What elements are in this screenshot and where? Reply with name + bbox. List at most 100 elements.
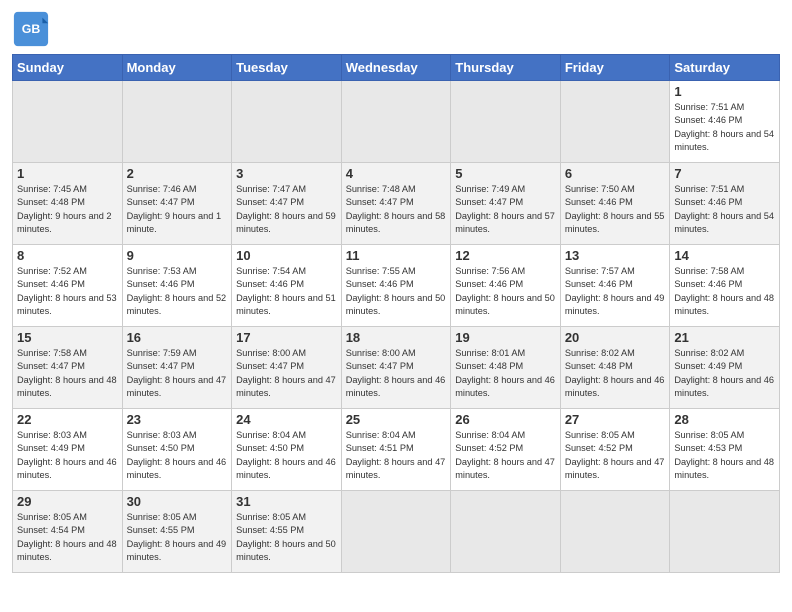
day-info: Sunrise: 7:48 AM Sunset: 4:47 PM Dayligh… [346,183,447,236]
day-number: 5 [455,166,556,181]
calendar-cell: 6 Sunrise: 7:50 AM Sunset: 4:46 PM Dayli… [560,163,670,245]
day-info: Sunrise: 8:05 AM Sunset: 4:55 PM Dayligh… [236,511,337,564]
calendar-cell [341,491,451,573]
day-info: Sunrise: 7:54 AM Sunset: 4:46 PM Dayligh… [236,265,337,318]
day-number: 13 [565,248,666,263]
calendar-header-row: SundayMondayTuesdayWednesdayThursdayFrid… [13,55,780,81]
day-number: 10 [236,248,337,263]
calendar-week-row: 22 Sunrise: 8:03 AM Sunset: 4:49 PM Dayl… [13,409,780,491]
calendar-cell: 11 Sunrise: 7:55 AM Sunset: 4:46 PM Dayl… [341,245,451,327]
day-number: 27 [565,412,666,427]
svg-text:GB: GB [22,22,41,36]
calendar-cell: 18 Sunrise: 8:00 AM Sunset: 4:47 PM Dayl… [341,327,451,409]
day-number: 4 [346,166,447,181]
day-number: 3 [236,166,337,181]
calendar-cell: 19 Sunrise: 8:01 AM Sunset: 4:48 PM Dayl… [451,327,561,409]
calendar-cell: 21 Sunrise: 8:02 AM Sunset: 4:49 PM Dayl… [670,327,780,409]
day-header-friday: Friday [560,55,670,81]
day-info: Sunrise: 8:03 AM Sunset: 4:50 PM Dayligh… [127,429,228,482]
calendar-cell: 3 Sunrise: 7:47 AM Sunset: 4:47 PM Dayli… [232,163,342,245]
calendar-week-row: 1 Sunrise: 7:51 AM Sunset: 4:46 PM Dayli… [13,81,780,163]
day-info: Sunrise: 8:00 AM Sunset: 4:47 PM Dayligh… [236,347,337,400]
day-number: 21 [674,330,775,345]
calendar-cell: 17 Sunrise: 8:00 AM Sunset: 4:47 PM Dayl… [232,327,342,409]
calendar-cell: 5 Sunrise: 7:49 AM Sunset: 4:47 PM Dayli… [451,163,561,245]
calendar-cell [560,491,670,573]
day-header-tuesday: Tuesday [232,55,342,81]
calendar-cell: 2 Sunrise: 7:46 AM Sunset: 4:47 PM Dayli… [122,163,232,245]
day-info: Sunrise: 7:46 AM Sunset: 4:47 PM Dayligh… [127,183,228,236]
day-info: Sunrise: 8:05 AM Sunset: 4:54 PM Dayligh… [17,511,118,564]
calendar-cell: 23 Sunrise: 8:03 AM Sunset: 4:50 PM Dayl… [122,409,232,491]
day-info: Sunrise: 7:58 AM Sunset: 4:46 PM Dayligh… [674,265,775,318]
calendar-week-row: 15 Sunrise: 7:58 AM Sunset: 4:47 PM Dayl… [13,327,780,409]
day-number: 16 [127,330,228,345]
day-info: Sunrise: 8:04 AM Sunset: 4:51 PM Dayligh… [346,429,447,482]
day-number: 7 [674,166,775,181]
day-info: Sunrise: 8:05 AM Sunset: 4:55 PM Dayligh… [127,511,228,564]
day-number: 22 [17,412,118,427]
day-number: 30 [127,494,228,509]
calendar-cell [13,81,123,163]
day-info: Sunrise: 7:51 AM Sunset: 4:46 PM Dayligh… [674,101,775,154]
day-header-wednesday: Wednesday [341,55,451,81]
day-number: 20 [565,330,666,345]
day-info: Sunrise: 7:55 AM Sunset: 4:46 PM Dayligh… [346,265,447,318]
calendar-week-row: 1 Sunrise: 7:45 AM Sunset: 4:48 PM Dayli… [13,163,780,245]
day-number: 2 [127,166,228,181]
calendar-cell: 31 Sunrise: 8:05 AM Sunset: 4:55 PM Dayl… [232,491,342,573]
calendar-cell: 20 Sunrise: 8:02 AM Sunset: 4:48 PM Dayl… [560,327,670,409]
calendar-cell [232,81,342,163]
calendar-cell: 9 Sunrise: 7:53 AM Sunset: 4:46 PM Dayli… [122,245,232,327]
day-number: 26 [455,412,556,427]
day-number: 25 [346,412,447,427]
day-number: 8 [17,248,118,263]
day-info: Sunrise: 8:04 AM Sunset: 4:52 PM Dayligh… [455,429,556,482]
day-number: 24 [236,412,337,427]
day-number: 9 [127,248,228,263]
calendar-cell [451,81,561,163]
day-header-saturday: Saturday [670,55,780,81]
calendar-cell: 30 Sunrise: 8:05 AM Sunset: 4:55 PM Dayl… [122,491,232,573]
day-info: Sunrise: 7:59 AM Sunset: 4:47 PM Dayligh… [127,347,228,400]
calendar-cell: 10 Sunrise: 7:54 AM Sunset: 4:46 PM Dayl… [232,245,342,327]
calendar-cell: 4 Sunrise: 7:48 AM Sunset: 4:47 PM Dayli… [341,163,451,245]
calendar-cell: 13 Sunrise: 7:57 AM Sunset: 4:46 PM Dayl… [560,245,670,327]
day-number: 1 [674,84,775,99]
calendar-cell: 1 Sunrise: 7:45 AM Sunset: 4:48 PM Dayli… [13,163,123,245]
calendar-cell [670,491,780,573]
day-info: Sunrise: 7:53 AM Sunset: 4:46 PM Dayligh… [127,265,228,318]
day-info: Sunrise: 8:00 AM Sunset: 4:47 PM Dayligh… [346,347,447,400]
calendar-cell: 16 Sunrise: 7:59 AM Sunset: 4:47 PM Dayl… [122,327,232,409]
calendar-cell: 26 Sunrise: 8:04 AM Sunset: 4:52 PM Dayl… [451,409,561,491]
day-number: 12 [455,248,556,263]
day-number: 19 [455,330,556,345]
calendar-cell: 28 Sunrise: 8:05 AM Sunset: 4:53 PM Dayl… [670,409,780,491]
calendar-cell: 22 Sunrise: 8:03 AM Sunset: 4:49 PM Dayl… [13,409,123,491]
day-info: Sunrise: 7:45 AM Sunset: 4:48 PM Dayligh… [17,183,118,236]
day-number: 6 [565,166,666,181]
calendar-cell [341,81,451,163]
day-info: Sunrise: 7:56 AM Sunset: 4:46 PM Dayligh… [455,265,556,318]
header: GB [12,10,780,48]
day-number: 23 [127,412,228,427]
day-number: 1 [17,166,118,181]
day-header-sunday: Sunday [13,55,123,81]
calendar-cell: 14 Sunrise: 7:58 AM Sunset: 4:46 PM Dayl… [670,245,780,327]
calendar-cell [451,491,561,573]
calendar-week-row: 8 Sunrise: 7:52 AM Sunset: 4:46 PM Dayli… [13,245,780,327]
calendar-week-row: 29 Sunrise: 8:05 AM Sunset: 4:54 PM Dayl… [13,491,780,573]
day-info: Sunrise: 8:04 AM Sunset: 4:50 PM Dayligh… [236,429,337,482]
day-number: 29 [17,494,118,509]
day-number: 14 [674,248,775,263]
calendar-cell: 8 Sunrise: 7:52 AM Sunset: 4:46 PM Dayli… [13,245,123,327]
day-info: Sunrise: 7:57 AM Sunset: 4:46 PM Dayligh… [565,265,666,318]
day-number: 11 [346,248,447,263]
day-info: Sunrise: 8:05 AM Sunset: 4:52 PM Dayligh… [565,429,666,482]
calendar-cell: 12 Sunrise: 7:56 AM Sunset: 4:46 PM Dayl… [451,245,561,327]
calendar-container: GB SundayMondayTuesdayWednesdayThursdayF… [0,0,792,583]
day-number: 17 [236,330,337,345]
calendar-cell: 7 Sunrise: 7:51 AM Sunset: 4:46 PM Dayli… [670,163,780,245]
calendar-cell: 24 Sunrise: 8:04 AM Sunset: 4:50 PM Dayl… [232,409,342,491]
calendar-cell: 27 Sunrise: 8:05 AM Sunset: 4:52 PM Dayl… [560,409,670,491]
